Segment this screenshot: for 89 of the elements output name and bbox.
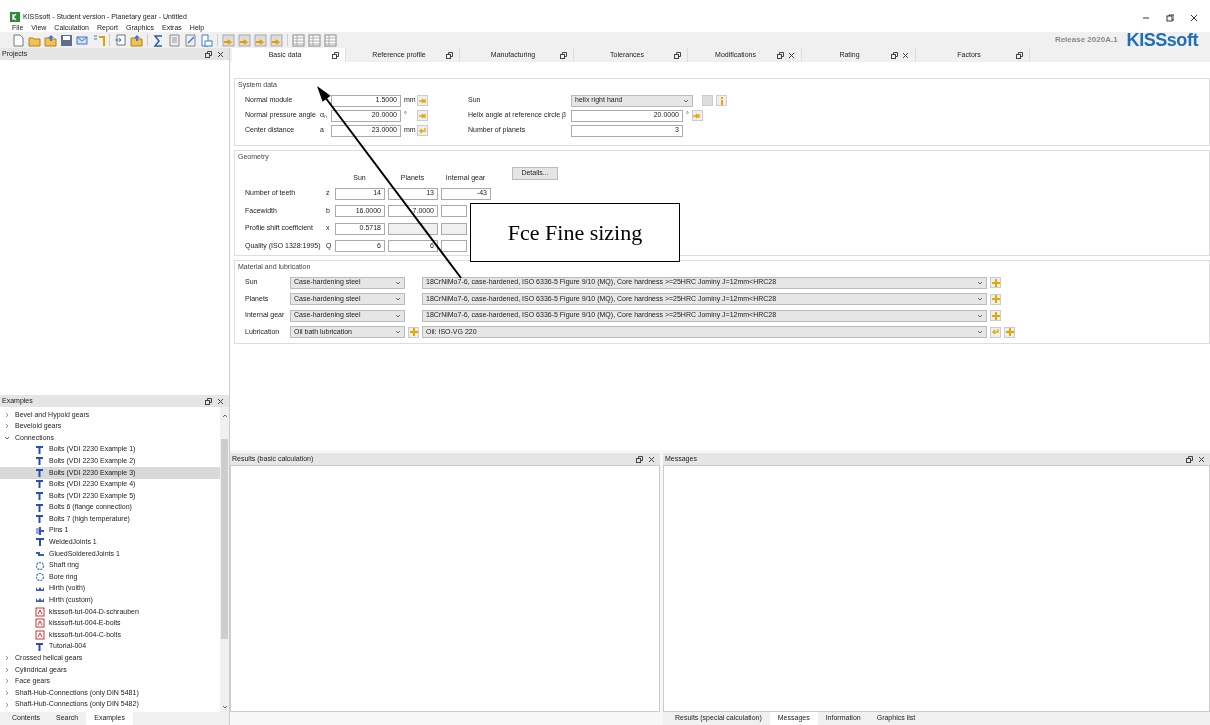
chevron-down-icon xyxy=(395,296,401,302)
add-button[interactable] xyxy=(990,277,1001,288)
sizing-button[interactable] xyxy=(417,125,428,136)
envelope-icon xyxy=(76,33,89,47)
float-icon xyxy=(674,51,681,59)
float-icon xyxy=(446,51,453,59)
float-icon xyxy=(891,51,898,59)
bolt-icon xyxy=(35,467,45,478)
return-arrow-icon xyxy=(991,328,1000,336)
add-button[interactable] xyxy=(408,326,419,338)
float-icon xyxy=(1186,455,1193,463)
sizing-icon xyxy=(270,33,283,47)
bolt-icon xyxy=(35,641,45,652)
pin-icon xyxy=(35,525,45,536)
table-icon xyxy=(292,33,305,47)
document-icon xyxy=(12,33,25,47)
table-icon xyxy=(324,33,337,47)
chevron-down-icon xyxy=(977,296,983,302)
arrow-right-icon xyxy=(693,111,702,120)
ring-icon xyxy=(35,560,45,571)
arrow-right-icon xyxy=(418,111,427,120)
bolt-icon xyxy=(35,514,45,525)
chevron-down-icon xyxy=(977,312,983,319)
close-icon xyxy=(1190,14,1198,22)
chevron-down-icon xyxy=(395,329,401,335)
bolt-icon xyxy=(35,490,45,501)
sizing-button[interactable] xyxy=(417,110,428,121)
bolt-icon xyxy=(35,479,45,490)
add-button[interactable] xyxy=(990,293,1001,305)
table-icon xyxy=(308,33,321,47)
plus-icon xyxy=(991,278,1000,287)
scrollbar[interactable] xyxy=(220,407,229,712)
bolt-icon xyxy=(35,444,45,455)
float-icon xyxy=(332,51,339,59)
float-icon xyxy=(777,51,784,59)
return-arrow-icon xyxy=(418,126,427,135)
scroll-down-icon xyxy=(221,704,228,710)
folder-icon xyxy=(44,33,57,47)
arrow-right-icon xyxy=(418,96,427,105)
plus-icon xyxy=(991,295,1000,303)
scroll-up-icon xyxy=(221,413,228,419)
weld-icon xyxy=(35,537,45,548)
bolt-icon xyxy=(35,502,45,513)
sizing-button[interactable] xyxy=(417,95,428,106)
callout-text: Fce Fine sizing xyxy=(507,219,643,247)
close-icon xyxy=(1198,455,1205,463)
add-button[interactable] xyxy=(1004,326,1015,338)
sizing-icon xyxy=(238,33,251,47)
plus-icon xyxy=(991,311,1000,320)
float-icon xyxy=(205,50,212,58)
close-icon xyxy=(217,397,224,405)
copy-icon xyxy=(114,33,127,47)
plus-icon xyxy=(1005,328,1014,336)
export-icon xyxy=(92,33,105,47)
restore-icon xyxy=(1166,14,1174,22)
sizing-button[interactable] xyxy=(691,110,703,121)
input-field[interactable] xyxy=(441,240,467,252)
logo: KISSsoft xyxy=(1126,31,1198,49)
chevron-down-icon xyxy=(683,97,689,104)
plus-icon xyxy=(409,328,418,336)
page-icon xyxy=(200,33,213,47)
chevron-down-icon xyxy=(395,279,401,286)
bolt-icon xyxy=(35,456,45,467)
float-icon xyxy=(205,397,212,405)
close-icon xyxy=(648,455,655,463)
pdf-icon xyxy=(35,630,45,641)
close-icon xyxy=(217,50,224,58)
sum-icon xyxy=(152,33,165,47)
pdf-icon xyxy=(35,618,45,629)
sizing-icon xyxy=(254,33,267,47)
float-icon xyxy=(560,51,567,59)
minimize-icon xyxy=(1142,14,1150,22)
chevron-down-icon xyxy=(395,312,401,319)
pdf-icon xyxy=(35,606,45,617)
app-icon xyxy=(10,12,20,22)
scrollbar-thumb[interactable] xyxy=(221,439,228,639)
ring-icon xyxy=(35,572,45,583)
input-field[interactable] xyxy=(441,205,467,217)
chevron-down-icon xyxy=(977,329,983,335)
add-button[interactable] xyxy=(990,310,1001,321)
info-icon xyxy=(718,96,725,105)
sizing-button[interactable] xyxy=(990,326,1001,338)
release-label: Release 2020A.1 xyxy=(1054,34,1118,46)
float-icon xyxy=(636,455,643,463)
chevron-down-icon xyxy=(977,279,983,286)
folder-icon xyxy=(130,33,143,47)
float-icon xyxy=(1016,51,1023,59)
save-icon xyxy=(60,33,73,47)
info-button[interactable] xyxy=(716,95,727,106)
